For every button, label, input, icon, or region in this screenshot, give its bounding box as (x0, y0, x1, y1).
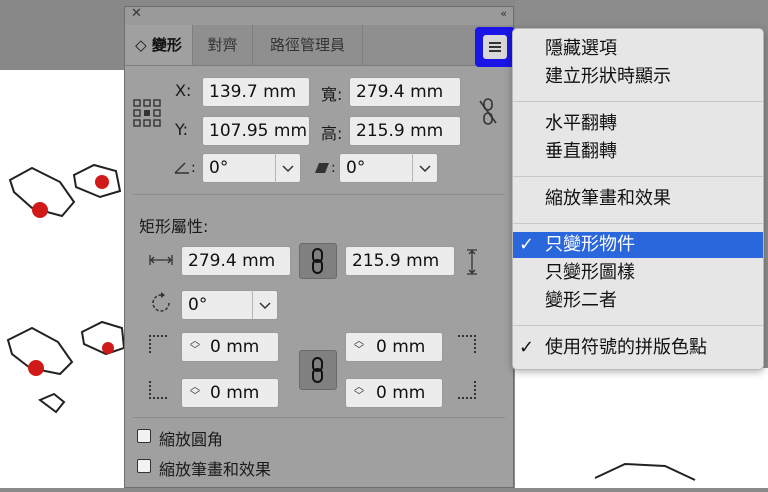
rotate-rect-icon (152, 292, 170, 312)
rect-link-button[interactable] (299, 243, 337, 279)
corner-bottom-left-icon (149, 381, 167, 399)
corner-link-button[interactable] (299, 350, 337, 390)
corner-tr-stepper[interactable]: ︿ ﹀ (351, 337, 367, 356)
scale-strokes-label: 縮放筆畫和效果 (159, 460, 272, 479)
scale-strokes-checkbox[interactable] (137, 459, 151, 473)
artboard-right-part[interactable] (515, 368, 768, 488)
panel-tabs: ◇ 變形 對齊 路徑管理員 (125, 25, 513, 66)
menu-separator (513, 223, 763, 224)
panel-flyout-menu: 隱藏選項 建立形狀時顯示 水平翻轉 垂直翻轉 縮放筆畫和效果 ✓ 只變形物件 只… (512, 28, 764, 370)
link-icon (312, 248, 323, 274)
menu-separator (513, 176, 763, 177)
menu-item-use-registration-point[interactable]: ✓ 使用符號的拼版色點 (513, 335, 763, 361)
menu-item-flip-horizontal[interactable]: 水平翻轉 (513, 111, 763, 137)
rotate-angle-icon (174, 162, 189, 174)
tab-transform[interactable]: ◇ 變形 (125, 25, 193, 65)
menu-item-transform-both[interactable]: 變形二者 (513, 288, 763, 314)
link-icon (312, 357, 323, 383)
menu-item-transform-pattern-only[interactable]: 只變形圖樣 (513, 260, 763, 286)
corner-bl-stepper[interactable]: ︿ ﹀ (187, 383, 203, 402)
constrain-proportions-icon[interactable] (477, 97, 499, 127)
separator (133, 194, 505, 195)
width-label: 寬: (321, 85, 343, 104)
menu-item-label: 隱藏選項 (545, 38, 617, 59)
corner-top-left-icon (149, 335, 167, 353)
menu-item-label: 垂直翻轉 (545, 141, 617, 162)
pattern-artwork (6, 163, 126, 414)
menu-item-label: 使用符號的拼版色點 (545, 337, 707, 358)
corner-top-right-icon (458, 335, 476, 353)
shear-dropdown[interactable] (412, 153, 438, 183)
checkmark-icon: ✓ (519, 234, 535, 255)
height-label: 高: (321, 124, 343, 143)
chevron-down-icon (419, 165, 431, 173)
rect-rotate-dropdown[interactable] (252, 290, 278, 320)
menu-item-show-on-shape-creation[interactable]: 建立形狀時顯示 (513, 64, 763, 90)
rotate-field[interactable]: 0° (202, 153, 276, 183)
separator (133, 417, 505, 418)
shear-field[interactable]: 0° (339, 153, 413, 183)
height-field[interactable]: 215.9 mm (349, 116, 461, 146)
rotate-colon: : (191, 160, 196, 176)
panel-titlebar[interactable] (125, 7, 513, 25)
y-label: Y: (175, 120, 189, 139)
menu-item-label: 建立形狀時顯示 (545, 66, 671, 87)
width-arrow-icon (149, 255, 173, 265)
corner-tl-stepper[interactable]: ︿ ﹀ (187, 337, 203, 356)
panel-menu-button[interactable] (483, 35, 507, 59)
close-icon[interactable]: ✕ (131, 6, 142, 21)
menu-item-transform-object-only[interactable]: ✓ 只變形物件 (513, 232, 763, 258)
corner-br-stepper[interactable]: ︿ ﹀ (351, 383, 367, 402)
rect-height-field[interactable]: 215.9 mm (345, 246, 455, 276)
artboard[interactable] (0, 70, 126, 488)
menu-item-flip-vertical[interactable]: 垂直翻轉 (513, 139, 763, 165)
panel-menu-highlight (475, 27, 515, 67)
rect-rotate-field[interactable]: 0° (181, 290, 253, 320)
scale-corners-checkbox[interactable] (137, 429, 151, 443)
scale-corners-label: 縮放圓角 (159, 430, 224, 449)
menu-item-hide-options[interactable]: 隱藏選項 (513, 36, 763, 62)
x-label: X: (175, 81, 192, 100)
collapse-icon[interactable]: ‹‹ (500, 7, 507, 20)
width-field[interactable]: 279.4 mm (349, 77, 461, 107)
rect-width-field[interactable]: 279.4 mm (181, 246, 291, 276)
rect-properties-title: 矩形屬性: (139, 217, 209, 236)
shear-colon: : (331, 160, 336, 176)
shear-icon (315, 163, 329, 173)
height-arrow-icon (467, 249, 477, 275)
menu-item-label: 變形二者 (545, 290, 617, 311)
menu-item-label: 縮放筆畫和效果 (545, 188, 671, 209)
menu-separator (513, 325, 763, 326)
reference-point-icon[interactable] (133, 99, 161, 127)
menu-item-label: 只變形物件 (545, 234, 635, 255)
menu-item-label: 水平翻轉 (545, 113, 617, 134)
transform-panel: ✕ ‹‹ ◇ 變形 對齊 路徑管理員 X: 139.7 mm 寬: 279.4 … (124, 6, 515, 488)
tab-align[interactable]: 對齊 (193, 25, 253, 65)
y-field[interactable]: 107.95 mm (202, 116, 310, 146)
menu-separator (513, 101, 763, 102)
chevron-down-icon (282, 165, 294, 173)
corner-bottom-right-icon (458, 381, 476, 399)
rotate-dropdown[interactable] (275, 153, 301, 183)
pattern-artwork-right (594, 462, 696, 481)
checkmark-icon: ✓ (519, 337, 535, 358)
menu-item-scale-strokes[interactable]: 縮放筆畫和效果 (513, 186, 763, 212)
x-field[interactable]: 139.7 mm (202, 77, 310, 107)
chevron-down-icon (259, 302, 271, 310)
menu-item-label: 只變形圖樣 (545, 262, 635, 283)
tab-pathfinder[interactable]: 路徑管理員 (253, 25, 363, 65)
